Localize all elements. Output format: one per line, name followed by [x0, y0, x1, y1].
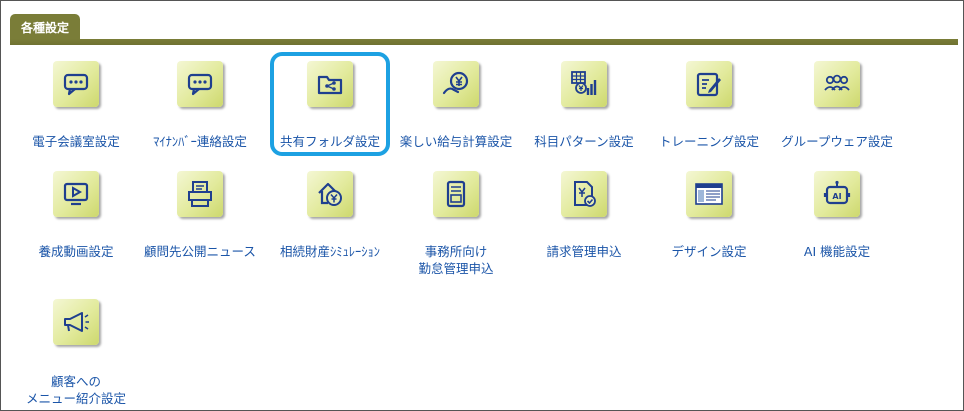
menu-item-label: AI 機能設定 [803, 244, 871, 259]
account-pattern-icon [561, 61, 607, 107]
printer-icon [177, 171, 223, 217]
menu-item-ai-features[interactable]: AI AI 機能設定 [772, 171, 902, 271]
menu-item-label: デザイン設定 [671, 244, 747, 259]
menu-item-label: 事務所向け [424, 244, 488, 259]
menu-item-my-number-contact[interactable]: ﾏｲﾅﾝﾊﾞｰ連絡設定 [135, 61, 265, 161]
menu-item-label: 相続財産ｼﾐｭﾚｰｼｮﾝ [279, 244, 380, 259]
ai-icon: AI [814, 171, 860, 217]
settings-tab[interactable]: 各種設定 [10, 14, 80, 40]
video-icon [53, 171, 99, 217]
menu-item-label: 共有フォルダ設定 [279, 134, 380, 149]
menu-item-label: 養成動画設定 [38, 244, 114, 259]
menu-item-label: 楽しい給与計算設定 [399, 134, 513, 149]
settings-panel: 各種設定 電子会議室設定 ﾏｲﾅﾝﾊﾞｰ連絡設定 共有フォルダ設定 楽しい給与計… [0, 0, 964, 411]
menu-item-training-video[interactable]: 養成動画設定 [11, 171, 141, 271]
menu-item-label-line2: メニュー紹介設定 [25, 391, 126, 406]
menu-item-label: ﾏｲﾅﾝﾊﾞｰ連絡設定 [153, 134, 247, 149]
share-folder-icon [307, 61, 353, 107]
menu-item-label: 顧問先公開ニュース [144, 244, 256, 259]
chat-icon [177, 61, 223, 107]
inheritance-icon [307, 171, 353, 217]
menu-item-label: 科目パターン設定 [534, 134, 634, 149]
svg-text:AI: AI [832, 192, 841, 201]
megaphone-icon [53, 299, 99, 345]
chat-icon [53, 61, 99, 107]
billing-icon [561, 171, 607, 217]
tab-underline [10, 39, 958, 45]
training-icon [686, 61, 732, 107]
groupware-icon [814, 61, 860, 107]
menu-item-label: 電子会議室設定 [32, 134, 120, 149]
menu-item-training[interactable]: トレーニング設定 [644, 61, 774, 161]
menu-item-label: トレーニング設定 [658, 134, 759, 149]
menu-item-design[interactable]: デザイン設定 [644, 171, 774, 271]
design-icon [686, 171, 732, 217]
menu-item-shared-folder[interactable]: 共有フォルダ設定 [265, 61, 395, 161]
menu-item-groupware[interactable]: グループウェア設定 [772, 61, 902, 161]
attendance-icon [433, 171, 479, 217]
menu-item-label: 請求管理申込 [546, 244, 622, 259]
menu-item-client-news[interactable]: 顧問先公開ニュース [135, 171, 265, 271]
menu-item-payroll[interactable]: 楽しい給与計算設定 [391, 61, 521, 161]
menu-item-label-line2: 勤怠管理申込 [418, 261, 494, 276]
menu-item-label: 顧客への [50, 374, 101, 389]
menu-item-customer-menu-intro[interactable]: 顧客への メニュー紹介設定 [11, 299, 141, 409]
menu-item-billing-management[interactable]: 請求管理申込 [519, 171, 649, 271]
menu-item-attendance-management[interactable]: 事務所向け 勤怠管理申込 [391, 171, 521, 281]
menu-item-label: グループウェア設定 [781, 134, 893, 149]
payroll-icon [433, 61, 479, 107]
menu-item-account-pattern[interactable]: 科目パターン設定 [519, 61, 649, 161]
menu-item-electronic-meeting-room[interactable]: 電子会議室設定 [11, 61, 141, 161]
menu-item-inheritance-simulation[interactable]: 相続財産ｼﾐｭﾚｰｼｮﾝ [265, 171, 395, 271]
